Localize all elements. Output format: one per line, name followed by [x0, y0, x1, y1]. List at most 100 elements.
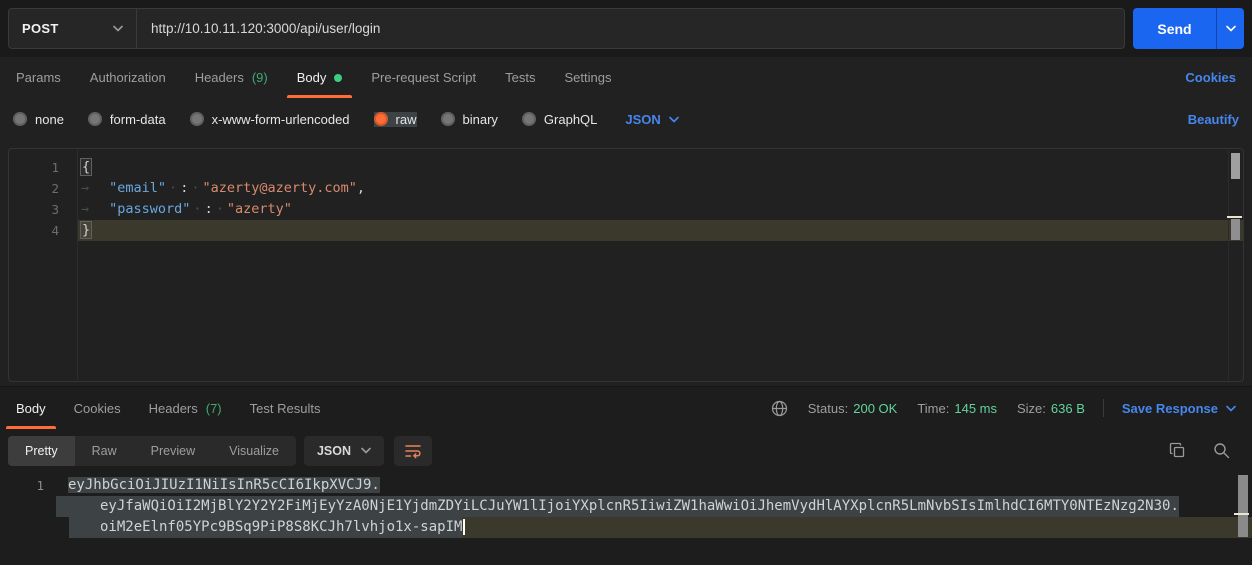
tab-tests[interactable]: Tests — [505, 57, 535, 98]
body-type-row: none form-data x-www-form-urlencoded raw… — [0, 98, 1252, 140]
scrollbar-thumb[interactable] — [1231, 153, 1240, 179]
line-number: 2 — [9, 178, 77, 199]
beautify-link[interactable]: Beautify — [1188, 112, 1239, 127]
colon: : — [205, 201, 213, 217]
response-tab-cookies-label: Cookies — [74, 401, 121, 416]
request-language-dropdown[interactable]: JSON — [625, 112, 678, 127]
scrollbar-thumb[interactable] — [1238, 475, 1248, 537]
colon: : — [180, 180, 188, 196]
response-tab-body[interactable]: Body — [16, 387, 46, 429]
tab-authorization-label: Authorization — [90, 70, 166, 85]
response-line-1: 1 eyJhbGciOiJIUzI1NiIsInR5cCI6IkpXVCJ9. — [0, 475, 1252, 496]
response-language-label: JSON — [317, 444, 351, 458]
tab-tests-label: Tests — [505, 70, 535, 85]
editor-line-1: 1 { — [9, 157, 1243, 178]
response-scrollbar[interactable] — [1238, 474, 1248, 564]
tab-body[interactable]: Body — [297, 57, 343, 98]
size-label: Size: — [1017, 401, 1046, 416]
text-cursor — [463, 519, 465, 535]
size-pair: Size: 636 B — [1017, 401, 1085, 416]
tab-pre-request-label: Pre-request Script — [371, 70, 476, 85]
indent-arrow: → — [81, 180, 89, 196]
response-meta-bar: Body Cookies Headers (7) Test Results St… — [0, 387, 1252, 429]
radio-icon — [441, 112, 455, 126]
response-tab-headers-label: Headers — [149, 401, 198, 416]
send-options-button[interactable] — [1216, 8, 1244, 49]
response-line-number-empty — [0, 517, 56, 538]
time-label: Time: — [917, 401, 949, 416]
response-tab-cookies[interactable]: Cookies — [74, 387, 121, 429]
jwt-token-segment: eyJhbGciOiJIUzI1NiIsInR5cCI6IkpXVCJ9. — [56, 475, 380, 496]
response-headers-count-badge: (7) — [206, 401, 222, 416]
view-visualize[interactable]: Visualize — [212, 436, 296, 466]
cookies-link[interactable]: Cookies — [1185, 70, 1236, 85]
editor-code: { — [77, 157, 91, 178]
response-line-number: 1 — [0, 475, 56, 496]
editor-scrollbar[interactable] — [1228, 150, 1242, 380]
method-select[interactable]: POST — [9, 9, 137, 48]
view-segmented-control: Pretty Raw Preview Visualize — [8, 436, 296, 466]
radio-graphql-label: GraphQL — [544, 112, 597, 127]
response-status-group: Status: 200 OK Time: 145 ms Size: 636 B … — [771, 399, 1236, 417]
view-pretty[interactable]: Pretty — [8, 436, 75, 466]
view-preview[interactable]: Preview — [134, 436, 212, 466]
editor-line-4-current: 4 } — [9, 220, 1243, 241]
response-tab-headers[interactable]: Headers (7) — [149, 387, 222, 429]
send-split-button: Send — [1133, 8, 1244, 49]
response-language-dropdown[interactable]: JSON — [304, 436, 384, 466]
radio-binary-label: binary — [463, 112, 498, 127]
copy-icon — [1169, 442, 1186, 459]
size-value: 636 B — [1051, 401, 1085, 416]
radio-binary[interactable]: binary — [441, 112, 498, 127]
tab-settings[interactable]: Settings — [564, 57, 611, 98]
json-key: "password" — [109, 201, 190, 217]
chevron-down-icon — [1226, 405, 1236, 412]
radio-icon — [13, 112, 27, 126]
request-tabs: Params Authorization Headers (9) Body Pr… — [0, 57, 1252, 98]
tab-headers-label: Headers — [195, 70, 244, 85]
response-tab-test-results[interactable]: Test Results — [250, 387, 321, 429]
time-pair: Time: 145 ms — [917, 401, 997, 416]
whitespace-dot: · — [216, 201, 224, 217]
tab-params[interactable]: Params — [16, 57, 61, 98]
tab-pre-request-script[interactable]: Pre-request Script — [371, 57, 476, 98]
json-value: "azerty@azerty.com" — [202, 180, 356, 196]
radio-none[interactable]: none — [13, 112, 64, 127]
whitespace-dot: · — [193, 201, 201, 217]
radio-x-www-form-urlencoded[interactable]: x-www-form-urlencoded — [190, 112, 350, 127]
search-button[interactable] — [1206, 436, 1236, 466]
word-wrap-button[interactable] — [394, 436, 432, 466]
open-brace: { — [81, 159, 91, 175]
radio-urlencoded-label: x-www-form-urlencoded — [212, 112, 350, 127]
radio-graphql[interactable]: GraphQL — [522, 112, 597, 127]
indent-arrow: → — [81, 201, 89, 217]
search-icon — [1213, 442, 1230, 459]
response-body-viewer[interactable]: 1 eyJhbGciOiJIUzI1NiIsInR5cCI6IkpXVCJ9. … — [0, 472, 1252, 565]
radio-selected-icon — [374, 112, 388, 126]
chevron-down-icon — [361, 447, 371, 454]
status-pair: Status: 200 OK — [808, 401, 898, 416]
tab-authorization[interactable]: Authorization — [90, 57, 166, 98]
status-value: 200 OK — [853, 401, 897, 416]
request-body-editor[interactable]: 1 { 2 →"email"·:·"azerty@azerty.com", 3 … — [8, 148, 1244, 382]
url-input[interactable]: http://10.10.11.120:3000/api/user/login — [137, 9, 1124, 48]
send-button[interactable]: Send — [1133, 8, 1216, 49]
save-response-button[interactable]: Save Response — [1122, 401, 1236, 416]
editor-code: } — [77, 220, 91, 241]
request-language-label: JSON — [625, 112, 660, 127]
copy-button[interactable] — [1162, 436, 1192, 466]
line-number: 3 — [9, 199, 77, 220]
radio-form-data[interactable]: form-data — [88, 112, 166, 127]
cursor-marker-thumb — [1231, 219, 1240, 240]
comma: , — [357, 180, 365, 196]
radio-icon — [522, 112, 536, 126]
tab-headers[interactable]: Headers (9) — [195, 57, 268, 98]
line-number: 4 — [9, 220, 77, 241]
radio-icon — [88, 112, 102, 126]
json-key: "email" — [109, 180, 166, 196]
view-raw[interactable]: Raw — [75, 436, 134, 466]
editor-code: →"password"·:·"azerty" — [77, 199, 292, 220]
request-url-bar: POST http://10.10.11.120:3000/api/user/l… — [0, 0, 1252, 57]
radio-raw[interactable]: raw — [374, 112, 417, 127]
response-tab-test-results-label: Test Results — [250, 401, 321, 416]
